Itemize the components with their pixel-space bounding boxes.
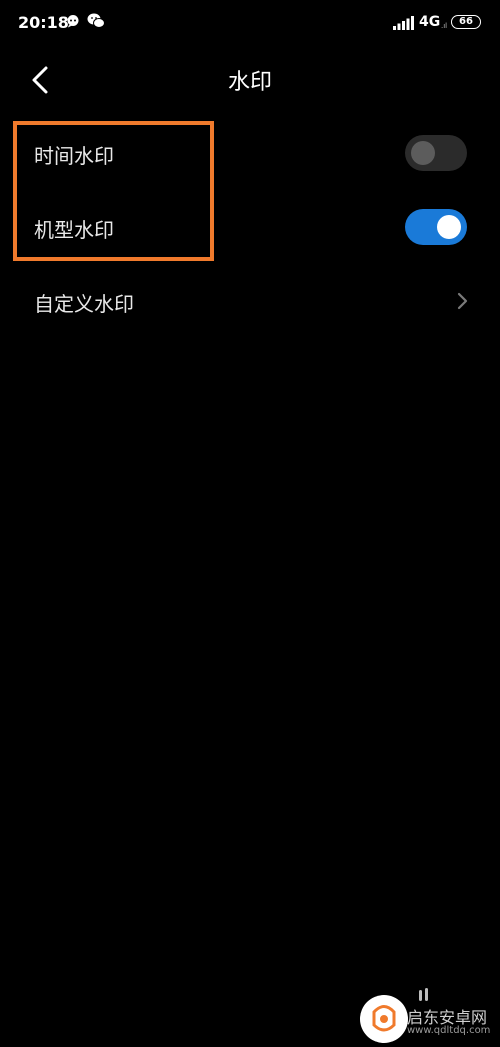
battery-indicator: 66 <box>451 15 481 29</box>
toggle-knob <box>411 141 435 165</box>
model-watermark-label: 机型水印 <box>34 218 114 242</box>
wechat-icon <box>87 13 105 28</box>
time-watermark-label: 时间水印 <box>34 144 114 168</box>
watermark-logo-circle <box>360 995 408 1043</box>
model-watermark-toggle[interactable] <box>405 209 467 245</box>
network-activity: .ıl <box>441 22 448 30</box>
time-watermark-row[interactable]: 时间水印 <box>0 118 500 188</box>
toggle-knob <box>437 215 461 239</box>
watermark-emblem-icon <box>372 1005 396 1032</box>
chevron-right-icon <box>457 292 468 310</box>
model-watermark-row[interactable]: 机型水印 <box>0 192 500 262</box>
page-title: 水印 <box>227 70 272 95</box>
custom-watermark-row[interactable]: 自定义水印 <box>0 266 500 336</box>
status-time: 20:18 <box>18 13 69 32</box>
status-bar: 20:18 4G .ıl 66 <box>0 0 500 46</box>
time-watermark-toggle[interactable] <box>405 135 467 171</box>
message-icon <box>67 15 79 28</box>
signal-icon <box>393 16 414 30</box>
watermark-site-url: www.qdltdq.com <box>407 1025 491 1036</box>
top-bar: 水印 <box>0 50 500 110</box>
network-type: 4G <box>419 14 441 30</box>
custom-watermark-label: 自定义水印 <box>34 292 134 316</box>
